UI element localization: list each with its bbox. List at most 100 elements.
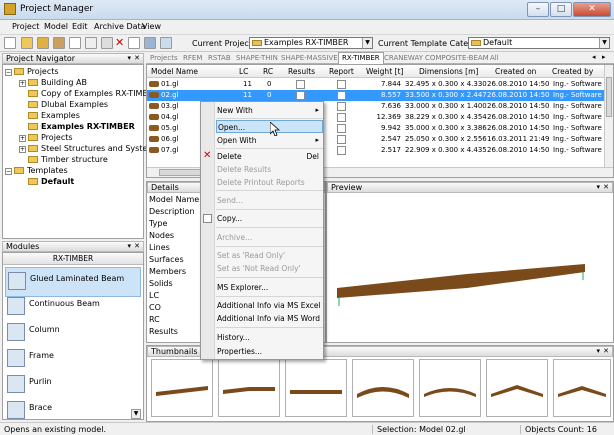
tab-rx-timber[interactable]: RX-TIMBER <box>338 52 384 64</box>
close-icon[interactable]: ✕ <box>134 242 140 251</box>
thumbnail[interactable] <box>151 359 213 417</box>
table-vscrollbar[interactable] <box>604 65 613 167</box>
tree-item-examples-rx-timber[interactable]: Examples RX-TIMBER <box>28 121 135 132</box>
menu-item-new-with[interactable]: New With ▸ <box>216 104 323 117</box>
menu-item-delete-printout-reports[interactable]: Delete Printout Reports <box>216 176 323 189</box>
tab-composite-beam[interactable]: COMPOSITE-BEAM <box>425 53 489 63</box>
tab-scroll-left-icon[interactable]: ◂ <box>592 53 596 61</box>
menu-separator <box>216 246 323 247</box>
current-project-select[interactable]: Examples RX-TIMBER ▼ <box>249 37 373 49</box>
new-icon[interactable] <box>4 37 16 49</box>
delete-icon[interactable]: ✕ <box>115 36 124 49</box>
close-icon[interactable]: ✕ <box>603 347 609 356</box>
menu-item-delete-results[interactable]: Delete Results <box>216 163 323 176</box>
tab-all[interactable]: All <box>490 53 499 63</box>
tab-craneway[interactable]: CRANEWAY <box>384 53 423 63</box>
details-icon[interactable] <box>128 37 140 49</box>
close-button[interactable]: ✕ <box>573 2 611 17</box>
col-results[interactable]: Results <box>288 67 315 76</box>
tab-shape-massive[interactable]: SHAPE-MASSIVE <box>281 53 338 63</box>
results-checkbox[interactable] <box>296 80 305 89</box>
tree-item-examples[interactable]: Examples <box>28 110 80 121</box>
tree-item-projects[interactable]: − Projects <box>5 66 59 77</box>
duplicate-icon[interactable] <box>101 37 113 49</box>
scroll-down-icon[interactable]: ▼ <box>131 409 141 419</box>
menu-edit[interactable]: Edit <box>72 22 88 31</box>
results-checkbox[interactable] <box>296 91 305 100</box>
maximize-button[interactable]: □ <box>550 2 572 17</box>
tree-item-default[interactable]: Default <box>28 176 74 187</box>
menu-item-set-not-read-only[interactable]: Set as 'Not Read Only' <box>216 262 323 275</box>
menu-item-delete[interactable]: Delete Del <box>216 150 323 163</box>
pin-icon[interactable]: ▾ <box>127 242 131 251</box>
tab-shape-thin[interactable]: SHAPE-THIN <box>236 53 278 63</box>
menu-item-set-read-only[interactable]: Set as 'Read Only' <box>216 249 323 262</box>
tab-projects[interactable]: Projects <box>150 53 178 63</box>
report-checkbox[interactable] <box>337 124 346 133</box>
pin-icon[interactable]: ▾ <box>596 347 600 356</box>
col-model-name[interactable]: Model Name <box>151 67 198 76</box>
col-dimensions[interactable]: Dimensions [m] <box>419 67 478 76</box>
scroll-thumb[interactable] <box>606 77 612 117</box>
open-folder-icon[interactable] <box>21 37 33 49</box>
report-checkbox[interactable] <box>337 102 346 111</box>
menu-item-properties[interactable]: Properties... <box>216 345 323 358</box>
tab-rfem[interactable]: RFEM <box>183 53 202 63</box>
col-report[interactable]: Report <box>329 67 354 76</box>
menu-item-info-word[interactable]: Additional Info via MS Word <box>216 312 323 325</box>
menu-item-send[interactable]: Send... <box>216 194 323 207</box>
zoom-icon[interactable] <box>160 37 172 49</box>
close-icon[interactable]: ✕ <box>603 183 609 192</box>
menu-item-history[interactable]: History... <box>216 331 323 344</box>
tab-scroll-right-icon[interactable]: ▸ <box>602 53 606 61</box>
col-created-by[interactable]: Created by <box>552 67 593 76</box>
menu-separator <box>216 148 323 149</box>
menu-item-ms-explorer[interactable]: MS Explorer... <box>216 281 323 294</box>
report-checkbox[interactable] <box>337 146 346 155</box>
table-row[interactable]: 01.gl 11 0 7.844 32.495 x 0.300 x 4.330 … <box>147 79 605 90</box>
thumbnails-icon[interactable] <box>144 37 156 49</box>
tree-item-steel-structures[interactable]: + Steel Structures and Systems <box>19 143 159 154</box>
tree-item-copy-examples[interactable]: Copy of Examples RX-TIMBER <box>28 88 159 99</box>
tab-rstab[interactable]: RSTAB <box>208 53 231 63</box>
folder-icon <box>252 40 262 46</box>
menu-item-info-excel[interactable]: Additional Info via MS Excel <box>216 299 323 312</box>
tree-item-building-ab[interactable]: + Building AB <box>19 77 87 88</box>
copy-icon[interactable] <box>69 37 81 49</box>
thumbnail[interactable] <box>486 359 548 417</box>
menu-archive-data[interactable]: Archive Data <box>94 22 146 31</box>
menu-model[interactable]: Model <box>44 22 68 31</box>
paste-icon[interactable] <box>85 37 97 49</box>
table-row[interactable]: 02.gl 11 0 8.557 33.500 x 0.300 x 2.447 … <box>147 90 605 101</box>
report-checkbox[interactable] <box>337 80 346 89</box>
thumbnail[interactable] <box>352 359 414 417</box>
thumbnail[interactable] <box>285 359 347 417</box>
tree-item-timber-structure[interactable]: Timber structure <box>28 154 108 165</box>
pin-icon[interactable]: ▾ <box>127 54 131 63</box>
modules-group-header[interactable]: RX-TIMBER <box>3 253 143 265</box>
menu-view[interactable]: View <box>142 22 161 31</box>
col-created-on[interactable]: Created on <box>495 67 536 76</box>
minimize-button[interactable]: – <box>527 2 549 17</box>
menu-item-copy[interactable]: Copy... <box>216 212 323 225</box>
menu-project[interactable]: Project <box>12 22 39 31</box>
tree-item-dlubal-examples[interactable]: Dlubal Examples <box>28 99 108 110</box>
report-checkbox[interactable] <box>337 91 346 100</box>
close-icon[interactable]: ✕ <box>134 54 140 63</box>
folder-icon[interactable] <box>37 37 49 49</box>
col-lc[interactable]: LC <box>239 67 248 76</box>
menu-item-archive[interactable]: Archive... <box>216 231 323 244</box>
thumbnail[interactable] <box>218 359 280 417</box>
report-checkbox[interactable] <box>337 113 346 122</box>
report-checkbox[interactable] <box>337 135 346 144</box>
tree-item-projects-sub[interactable]: + Projects <box>19 132 73 143</box>
thumbnail[interactable] <box>419 359 481 417</box>
thumbnail[interactable] <box>553 359 611 417</box>
col-weight[interactable]: Weight [t] <box>366 67 403 76</box>
pin-icon[interactable]: ▾ <box>596 183 600 192</box>
template-category-select[interactable]: Default ▼ <box>468 37 610 49</box>
col-rc[interactable]: RC <box>263 67 273 76</box>
model-icon <box>149 136 159 142</box>
tree-item-templates[interactable]: − Templates <box>5 165 68 176</box>
archive-icon[interactable] <box>53 37 65 49</box>
